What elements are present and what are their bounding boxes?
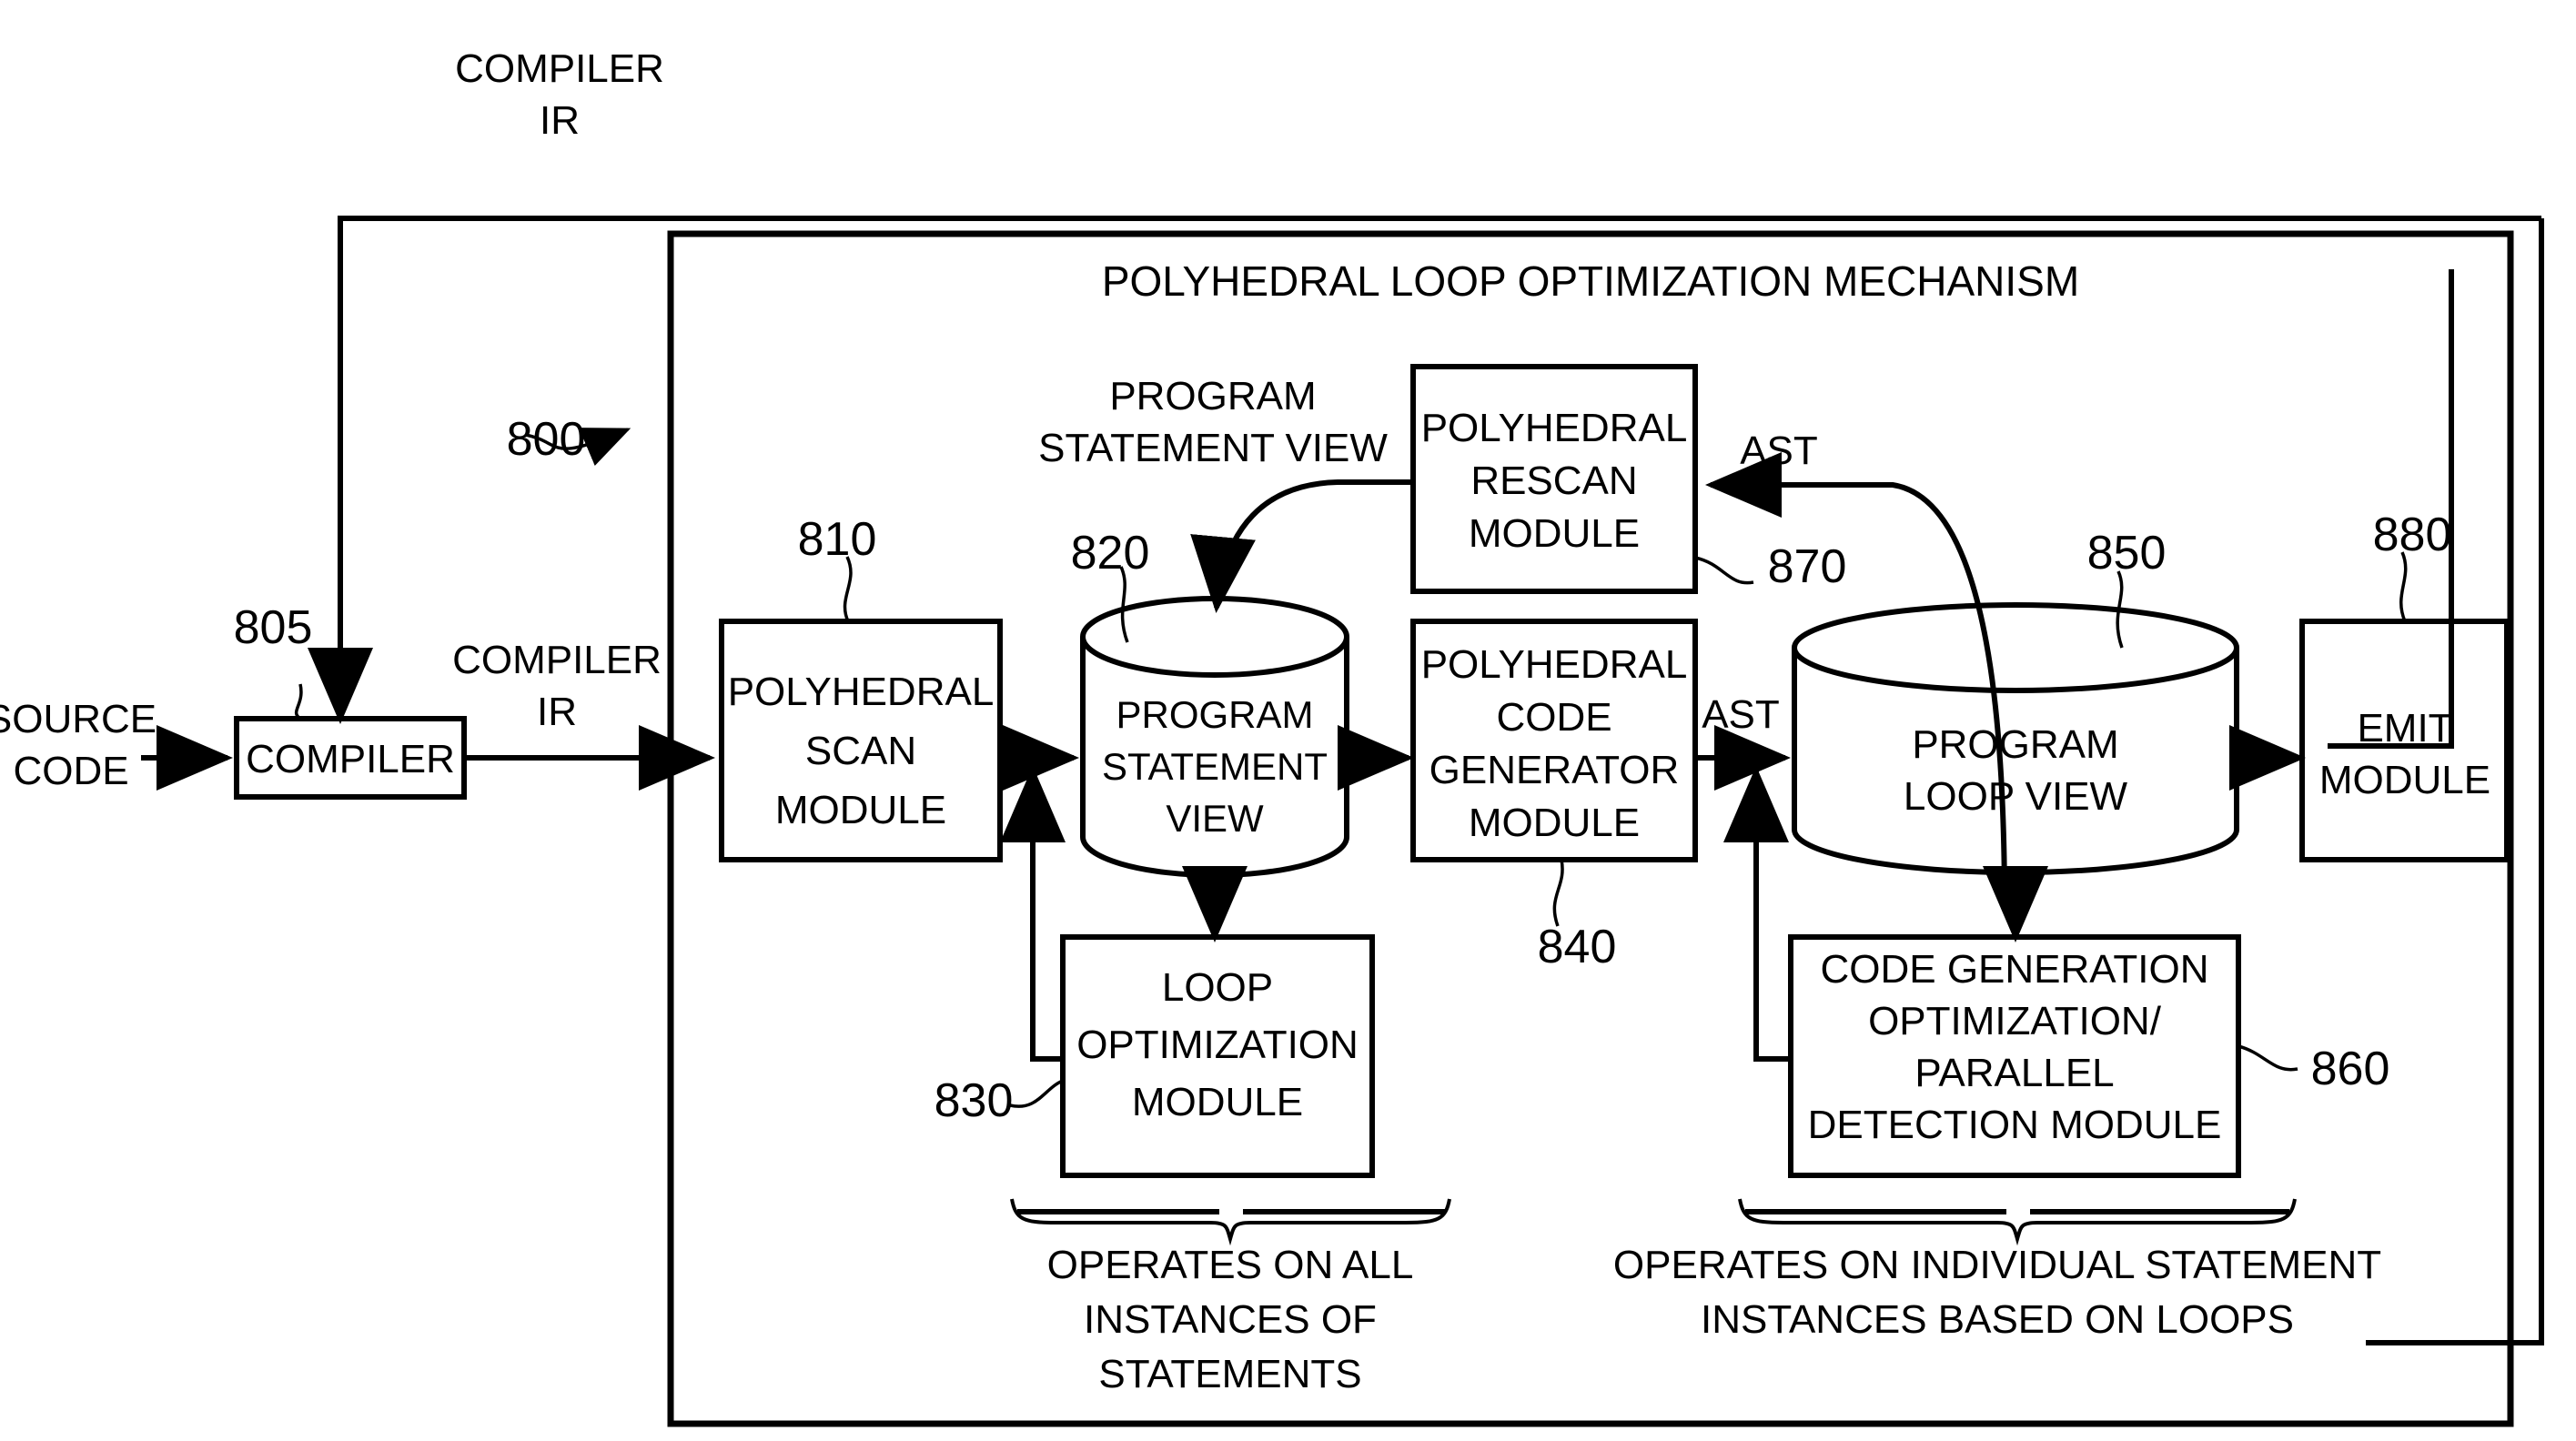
figure-canvas: POLYHEDRAL LOOP OPTIMIZATION MECHANISM 8…	[0, 0, 2576, 1441]
edge-label-program-statement-view-line1: PROGRAM	[1109, 374, 1316, 418]
loop-opt-label-line1: LOOP	[1162, 965, 1273, 1010]
compiler-box-label: COMPILER	[246, 737, 455, 781]
caption-left-line2: INSTANCES OF	[1084, 1297, 1377, 1342]
ref-850: 850	[2087, 527, 2167, 579]
loop-view-label-line2: LOOP VIEW	[1904, 774, 2128, 819]
scan-module-label-line3: MODULE	[775, 788, 946, 832]
compiler-ir-top-label-line1: COMPILER	[455, 46, 664, 91]
compiler-ir-mid-label-line1: COMPILER	[452, 638, 662, 682]
rescan-module-label-line1: POLYHEDRAL	[1421, 406, 1688, 450]
loop-opt-label-line2: OPTIMIZATION	[1076, 1023, 1359, 1067]
edge-label-program-statement-view-line2: STATEMENT VIEW	[1038, 426, 1388, 470]
statement-view-label-line1: PROGRAM	[1116, 693, 1313, 736]
compiler-ir-top-label-line2: IR	[540, 98, 580, 143]
loop-view-label-line1: PROGRAM	[1912, 722, 2118, 767]
caption-right-line2: INSTANCES BASED ON LOOPS	[1701, 1297, 2294, 1342]
emit-module-label-line1: EMIT	[2357, 706, 2452, 751]
ast-top-label: AST	[1740, 428, 1818, 473]
emit-module-label-line2: MODULE	[2319, 758, 2490, 802]
ref-880: 880	[2373, 509, 2452, 561]
source-code-label-line2: CODE	[13, 749, 128, 793]
ref-830: 830	[934, 1074, 1014, 1127]
loop-opt-label-line3: MODULE	[1132, 1080, 1303, 1124]
rescan-module-label-line2: RESCAN	[1470, 458, 1637, 503]
ref-820: 820	[1071, 527, 1150, 579]
statement-view-label-line2: STATEMENT	[1102, 745, 1328, 788]
source-code-label-line1: SOURCE	[0, 697, 157, 741]
ref-800: 800	[507, 413, 586, 466]
caption-left-line1: OPERATES ON ALL	[1047, 1243, 1414, 1287]
codegen-opt-label-line2: OPTIMIZATION/	[1868, 999, 2162, 1043]
compiler-ir-mid-label-line2: IR	[537, 690, 577, 734]
ref-805: 805	[234, 601, 313, 654]
codegen-module-label-line1: POLYHEDRAL	[1421, 642, 1688, 687]
codegen-module-label-line3: GENERATOR	[1429, 748, 1680, 792]
caption-left-line3: STATEMENTS	[1098, 1352, 1361, 1396]
ref-840: 840	[1538, 921, 1617, 973]
codegen-module-label-line2: CODE	[1496, 695, 1611, 740]
ref-810: 810	[798, 513, 877, 566]
mechanism-title: POLYHEDRAL LOOP OPTIMIZATION MECHANISM	[1102, 257, 2079, 305]
statement-view-label-line3: VIEW	[1166, 797, 1264, 840]
codegen-opt-label-line3: PARALLEL	[1914, 1051, 2114, 1095]
codegen-opt-label-line4: DETECTION MODULE	[1808, 1103, 2222, 1147]
caption-right-line1: OPERATES ON INDIVIDUAL STATEMENT	[1613, 1243, 2381, 1287]
scan-module-label-line1: POLYHEDRAL	[728, 670, 995, 714]
ast-mid-label: AST	[1702, 692, 1780, 737]
codegen-module-label-line4: MODULE	[1469, 801, 1640, 845]
codegen-opt-label-line1: CODE GENERATION	[1820, 947, 2208, 992]
ref-870: 870	[1768, 540, 1847, 593]
rescan-module-label-line3: MODULE	[1469, 511, 1640, 556]
text-layer: POLYHEDRAL LOOP OPTIMIZATION MECHANISM 8…	[0, 46, 2490, 1396]
ref-860: 860	[2311, 1043, 2390, 1095]
scan-module-label-line2: SCAN	[805, 729, 916, 773]
